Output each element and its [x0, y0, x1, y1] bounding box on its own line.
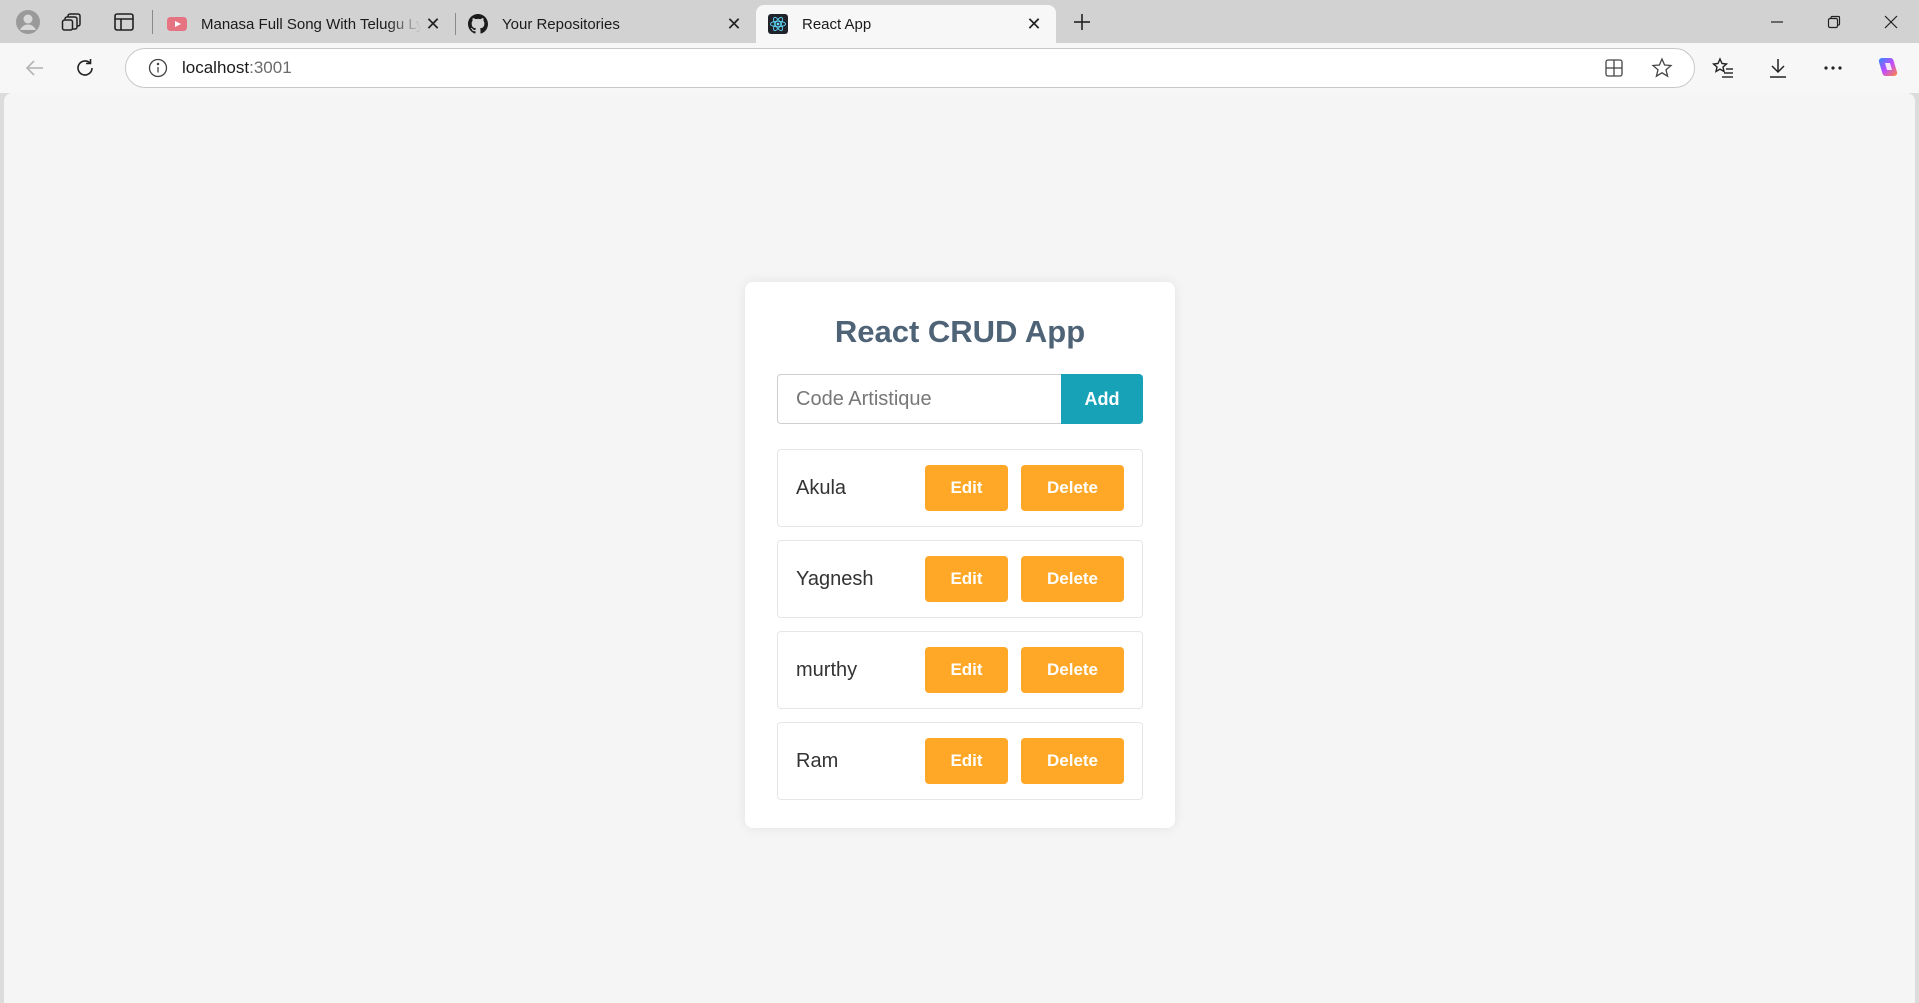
refresh-icon[interactable] [65, 48, 105, 88]
tab-youtube[interactable]: Manasa Full Song With Telugu Lyrics ✕ [155, 5, 455, 43]
crud-card: React CRUD App Add Akula Edit Delete Yag… [745, 282, 1175, 828]
add-form: Add [777, 374, 1143, 424]
restore-icon[interactable] [1805, 0, 1862, 43]
delete-button[interactable]: Delete [1021, 465, 1124, 511]
address-bar[interactable]: localhost:3001 [125, 48, 1695, 88]
delete-button[interactable]: Delete [1021, 738, 1124, 784]
window-controls [1748, 0, 1919, 43]
list-item: Akula Edit Delete [777, 449, 1143, 527]
list-item: Ram Edit Delete [777, 722, 1143, 800]
edit-button[interactable]: Edit [925, 738, 1008, 784]
url-text: localhost:3001 [182, 58, 292, 78]
add-button[interactable]: Add [1061, 374, 1143, 424]
github-icon [468, 14, 488, 34]
vertical-tabs-icon[interactable] [104, 2, 144, 42]
minimize-icon[interactable] [1748, 0, 1805, 43]
edit-button[interactable]: Edit [925, 647, 1008, 693]
site-info-icon[interactable] [138, 58, 178, 78]
delete-button[interactable]: Delete [1021, 647, 1124, 693]
react-icon [768, 14, 788, 34]
item-name: Ram [796, 749, 839, 772]
workspaces-icon[interactable] [52, 2, 92, 42]
edit-button[interactable]: Edit [925, 556, 1008, 602]
name-input[interactable] [777, 374, 1061, 424]
new-tab-icon[interactable] [1062, 2, 1102, 42]
url-host: localhost [182, 58, 250, 77]
close-window-icon[interactable] [1862, 0, 1919, 43]
item-list: Akula Edit Delete Yagnesh Edit Delete mu… [777, 449, 1143, 800]
item-name: Akula [796, 476, 847, 499]
profile-icon[interactable] [8, 2, 48, 42]
close-tab-icon[interactable]: ✕ [1022, 12, 1046, 36]
copilot-icon[interactable] [1860, 48, 1915, 88]
favorite-star-icon[interactable] [1642, 48, 1682, 88]
favorites-icon[interactable] [1695, 48, 1750, 88]
tab-title: Your Repositories [502, 15, 620, 33]
tab-strip: Manasa Full Song With Telugu Lyrics ✕ Yo… [0, 0, 1919, 43]
back-icon[interactable] [15, 48, 55, 88]
more-options-icon[interactable] [1805, 48, 1860, 88]
youtube-icon [167, 14, 187, 34]
delete-button[interactable]: Delete [1021, 556, 1124, 602]
tab-react-app[interactable]: React App ✕ [756, 5, 1056, 43]
list-item: murthy Edit Delete [777, 631, 1143, 709]
tab-title: React App [802, 15, 872, 33]
tab-divider [152, 9, 153, 34]
tab-title: Manasa Full Song With Telugu Lyrics [201, 15, 421, 33]
downloads-icon[interactable] [1750, 48, 1805, 88]
browser-toolbar: localhost:3001 [0, 43, 1919, 93]
close-tab-icon[interactable]: ✕ [722, 12, 746, 36]
tab-github[interactable]: Your Repositories ✕ [456, 5, 756, 43]
url-port: :3001 [249, 58, 292, 77]
close-tab-icon[interactable]: ✕ [421, 12, 445, 36]
item-name: murthy [796, 658, 858, 681]
edit-button[interactable]: Edit [925, 465, 1008, 511]
page-title: React CRUD App [834, 314, 1086, 349]
item-name: Yagnesh [796, 567, 874, 590]
page-viewport: React CRUD App Add Akula Edit Delete Yag… [4, 93, 1915, 1003]
list-item: Yagnesh Edit Delete [777, 540, 1143, 618]
app-available-icon[interactable] [1594, 48, 1634, 88]
